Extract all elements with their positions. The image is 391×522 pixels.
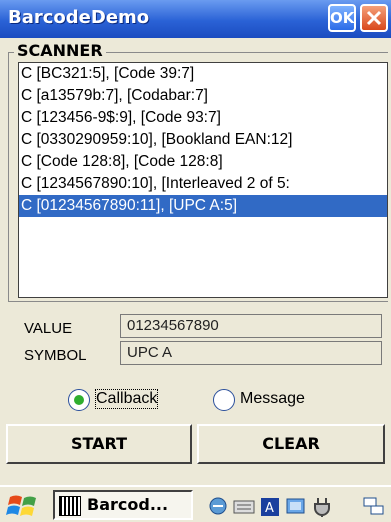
wireless-icon[interactable] bbox=[362, 495, 386, 517]
list-item[interactable]: C [Code 128:8], [Code 128:8] bbox=[19, 151, 387, 173]
list-item-selected[interactable]: C [01234567890:11], [UPC A:5] bbox=[19, 195, 387, 217]
list-item[interactable]: C [1234567890:10], [Interleaved 2 of 5: bbox=[19, 173, 387, 195]
clear-button[interactable]: CLEAR bbox=[197, 424, 385, 464]
sync-icon[interactable] bbox=[206, 495, 230, 517]
task-button-barcodedemo[interactable]: Barcod... bbox=[53, 490, 193, 520]
input-panel-icon[interactable]: A bbox=[258, 495, 282, 517]
list-item[interactable]: C [a13579b:7], [Codabar:7] bbox=[19, 85, 387, 107]
value-label: VALUE bbox=[24, 320, 73, 337]
scanner-results-list[interactable]: C [BC321:5], [Code 39:7] C [a13579b:7], … bbox=[18, 62, 388, 298]
barcode-icon bbox=[59, 496, 81, 516]
list-item[interactable]: C [0330290959:10], [Bookland EAN:12] bbox=[19, 129, 387, 151]
svg-text:A: A bbox=[265, 501, 274, 516]
list-item[interactable]: C [BC321:5], [Code 39:7] bbox=[19, 63, 387, 85]
symbol-label: SYMBOL bbox=[24, 347, 87, 364]
close-icon bbox=[366, 10, 382, 26]
callback-radio-label[interactable]: Callback bbox=[94, 389, 159, 409]
keyboard-icon[interactable] bbox=[232, 495, 256, 517]
ok-button[interactable]: OK bbox=[328, 4, 356, 32]
callback-radio[interactable] bbox=[68, 389, 90, 411]
network-icon[interactable] bbox=[284, 495, 308, 517]
scanner-group-label: SCANNER bbox=[14, 41, 106, 60]
message-radio-label[interactable]: Message bbox=[240, 390, 305, 408]
value-field: 01234567890 bbox=[120, 314, 382, 338]
start-button[interactable]: START bbox=[6, 424, 192, 464]
power-icon[interactable] bbox=[310, 495, 334, 517]
taskbar: Barcod... A bbox=[0, 485, 391, 522]
window-title: BarcodeDemo bbox=[8, 7, 150, 28]
message-radio[interactable] bbox=[213, 389, 235, 411]
title-bar: BarcodeDemo OK bbox=[0, 0, 391, 38]
task-button-label: Barcod... bbox=[87, 495, 169, 514]
windows-start-icon[interactable] bbox=[6, 493, 42, 519]
symbol-field: UPC A bbox=[120, 341, 382, 365]
list-item[interactable]: C [123456-9$:9], [Code 93:7] bbox=[19, 107, 387, 129]
close-button[interactable] bbox=[360, 4, 388, 32]
